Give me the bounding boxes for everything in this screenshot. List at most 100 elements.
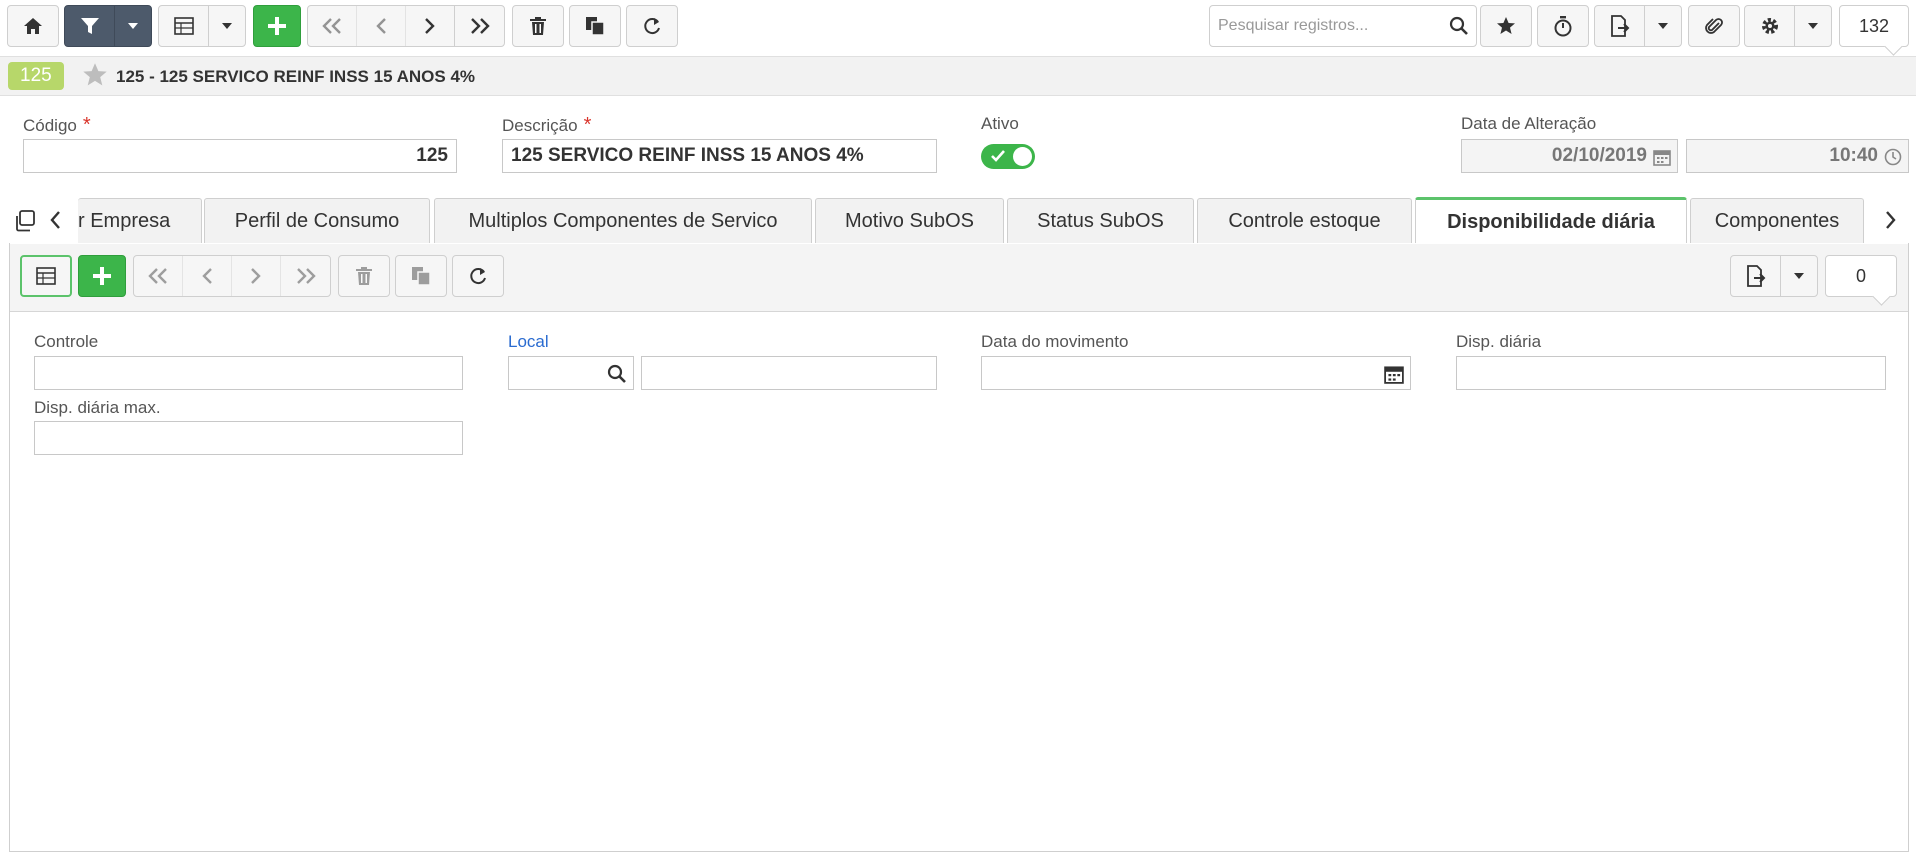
add-button-group bbox=[253, 5, 301, 47]
copy-icon bbox=[412, 267, 431, 286]
detail-first-button[interactable] bbox=[134, 256, 183, 296]
local-label[interactable]: Local bbox=[508, 332, 549, 352]
detail-export-group bbox=[1730, 255, 1818, 297]
detail-delete-button[interactable] bbox=[339, 256, 389, 296]
stopwatch-icon bbox=[1554, 16, 1572, 37]
favorite-record-button[interactable] bbox=[82, 62, 108, 93]
detail-last-button[interactable] bbox=[281, 256, 330, 296]
home-icon bbox=[24, 18, 42, 34]
data-movimento-field[interactable] bbox=[981, 356, 1411, 390]
copy-button[interactable] bbox=[570, 6, 620, 46]
disp-diaria-max-label: Disp. diária max. bbox=[34, 398, 161, 417]
refresh-icon bbox=[470, 268, 486, 285]
last-record-button[interactable] bbox=[455, 6, 504, 46]
controle-field[interactable] bbox=[34, 356, 463, 390]
detail-refresh-button[interactable] bbox=[453, 256, 503, 296]
calendar-icon[interactable] bbox=[1384, 364, 1404, 384]
grid-view-button[interactable] bbox=[159, 6, 209, 46]
data-alteracao-label: Data de Alteração bbox=[1461, 114, 1597, 133]
refresh-button[interactable] bbox=[627, 6, 677, 46]
required-mark: * bbox=[82, 114, 91, 136]
home-button[interactable] bbox=[8, 6, 58, 46]
detail-record-count: 0 bbox=[1855, 265, 1866, 286]
detail-export-button[interactable] bbox=[1731, 256, 1781, 296]
codigo-label: Código * bbox=[23, 114, 91, 136]
tab-status-subos[interactable]: Status SubOS bbox=[1007, 198, 1194, 244]
detail-copy-group bbox=[395, 255, 447, 297]
clock-icon bbox=[1884, 148, 1902, 166]
tabs-menu-button[interactable] bbox=[14, 210, 36, 237]
detail-delete-group bbox=[338, 255, 390, 297]
trash-icon bbox=[356, 267, 372, 285]
export-button-group bbox=[1594, 5, 1682, 47]
detail-add-button-group bbox=[78, 255, 126, 297]
disp-diaria-field[interactable] bbox=[1456, 356, 1886, 390]
detail-grid-view-button[interactable] bbox=[22, 257, 70, 295]
record-title: 125 - 125 SERVICO REINF INSS 15 ANOS 4% bbox=[116, 67, 476, 86]
data-movimento-label: Data do movimento bbox=[981, 332, 1129, 351]
favorite-button-group bbox=[1480, 5, 1532, 47]
tabs-scroll-left-button[interactable] bbox=[48, 210, 62, 235]
timer-button[interactable] bbox=[1538, 6, 1588, 46]
tab-disponibilidade-diaria[interactable]: Disponibilidade diária bbox=[1415, 197, 1687, 244]
export-dropdown-button[interactable] bbox=[1645, 6, 1681, 46]
caret-down-icon bbox=[1794, 273, 1804, 279]
settings-button-group bbox=[1744, 5, 1832, 47]
export-button[interactable] bbox=[1595, 6, 1645, 46]
ativo-toggle[interactable] bbox=[981, 144, 1035, 169]
favorite-button[interactable] bbox=[1481, 6, 1531, 46]
tab-motivo-subos[interactable]: Motivo SubOS bbox=[815, 198, 1004, 244]
search-icon[interactable] bbox=[607, 364, 627, 384]
tab-controle-estoque[interactable]: Controle estoque bbox=[1197, 198, 1412, 244]
double-chevron-left-icon bbox=[148, 268, 167, 284]
chevron-left-icon bbox=[50, 211, 60, 229]
data-alteracao-date-field: 02/10/2019 bbox=[1461, 139, 1678, 173]
tab-multiplos-componentes-de-servico[interactable]: Multiplos Componentes de Servico bbox=[434, 198, 812, 244]
attachment-button[interactable] bbox=[1689, 6, 1739, 46]
tabs-scroll-right-button[interactable] bbox=[1884, 210, 1898, 235]
search-button[interactable] bbox=[1442, 16, 1476, 36]
view-button-group bbox=[158, 5, 246, 47]
tab-perfil-de-consumo[interactable]: Perfil de Consumo bbox=[204, 198, 430, 244]
chevron-right-icon bbox=[425, 18, 435, 34]
descricao-field[interactable]: 125 SERVICO REINF INSS 15 ANOS 4% bbox=[502, 139, 937, 173]
add-record-button[interactable] bbox=[254, 6, 300, 46]
record-count: 132 bbox=[1858, 15, 1890, 36]
star-icon bbox=[1497, 17, 1515, 34]
filter-dropdown-button[interactable] bbox=[115, 6, 151, 46]
caret-down-icon bbox=[222, 23, 232, 29]
refresh-icon bbox=[644, 18, 660, 35]
local-code-field[interactable] bbox=[508, 356, 634, 390]
copy-button-group bbox=[569, 5, 621, 47]
file-export-icon bbox=[1610, 15, 1629, 37]
detail-navigation-group bbox=[133, 255, 331, 297]
search-input[interactable] bbox=[1210, 6, 1442, 46]
tab-empresa[interactable]: r Empresa bbox=[78, 198, 202, 244]
gear-icon bbox=[1761, 18, 1778, 34]
detail-next-button[interactable] bbox=[232, 256, 281, 296]
chevron-left-icon bbox=[202, 268, 212, 284]
delete-button-group bbox=[512, 5, 564, 47]
settings-button[interactable] bbox=[1745, 6, 1795, 46]
delete-button[interactable] bbox=[513, 6, 563, 46]
view-dropdown-button[interactable] bbox=[209, 6, 245, 46]
timer-button-group bbox=[1537, 5, 1589, 47]
detail-previous-button[interactable] bbox=[183, 256, 232, 296]
detail-add-button[interactable] bbox=[79, 256, 125, 296]
filter-button[interactable] bbox=[65, 6, 115, 46]
data-alteracao-time-field: 10:40 bbox=[1686, 139, 1909, 173]
chevron-right-icon bbox=[251, 268, 261, 284]
previous-record-button[interactable] bbox=[357, 6, 406, 46]
codigo-field[interactable]: 125 bbox=[23, 139, 457, 173]
first-record-button[interactable] bbox=[308, 6, 357, 46]
check-icon bbox=[991, 150, 1005, 162]
caret-down-icon bbox=[1808, 23, 1818, 29]
disp-diaria-max-field[interactable] bbox=[34, 421, 463, 455]
detail-export-dropdown-button[interactable] bbox=[1781, 256, 1817, 296]
next-record-button[interactable] bbox=[406, 6, 455, 46]
tab-componentes[interactable]: Componentes bbox=[1690, 198, 1864, 244]
record-code-badge: 125 bbox=[8, 62, 64, 90]
detail-copy-button[interactable] bbox=[396, 256, 446, 296]
local-description-field[interactable] bbox=[641, 356, 937, 390]
settings-dropdown-button[interactable] bbox=[1795, 6, 1831, 46]
